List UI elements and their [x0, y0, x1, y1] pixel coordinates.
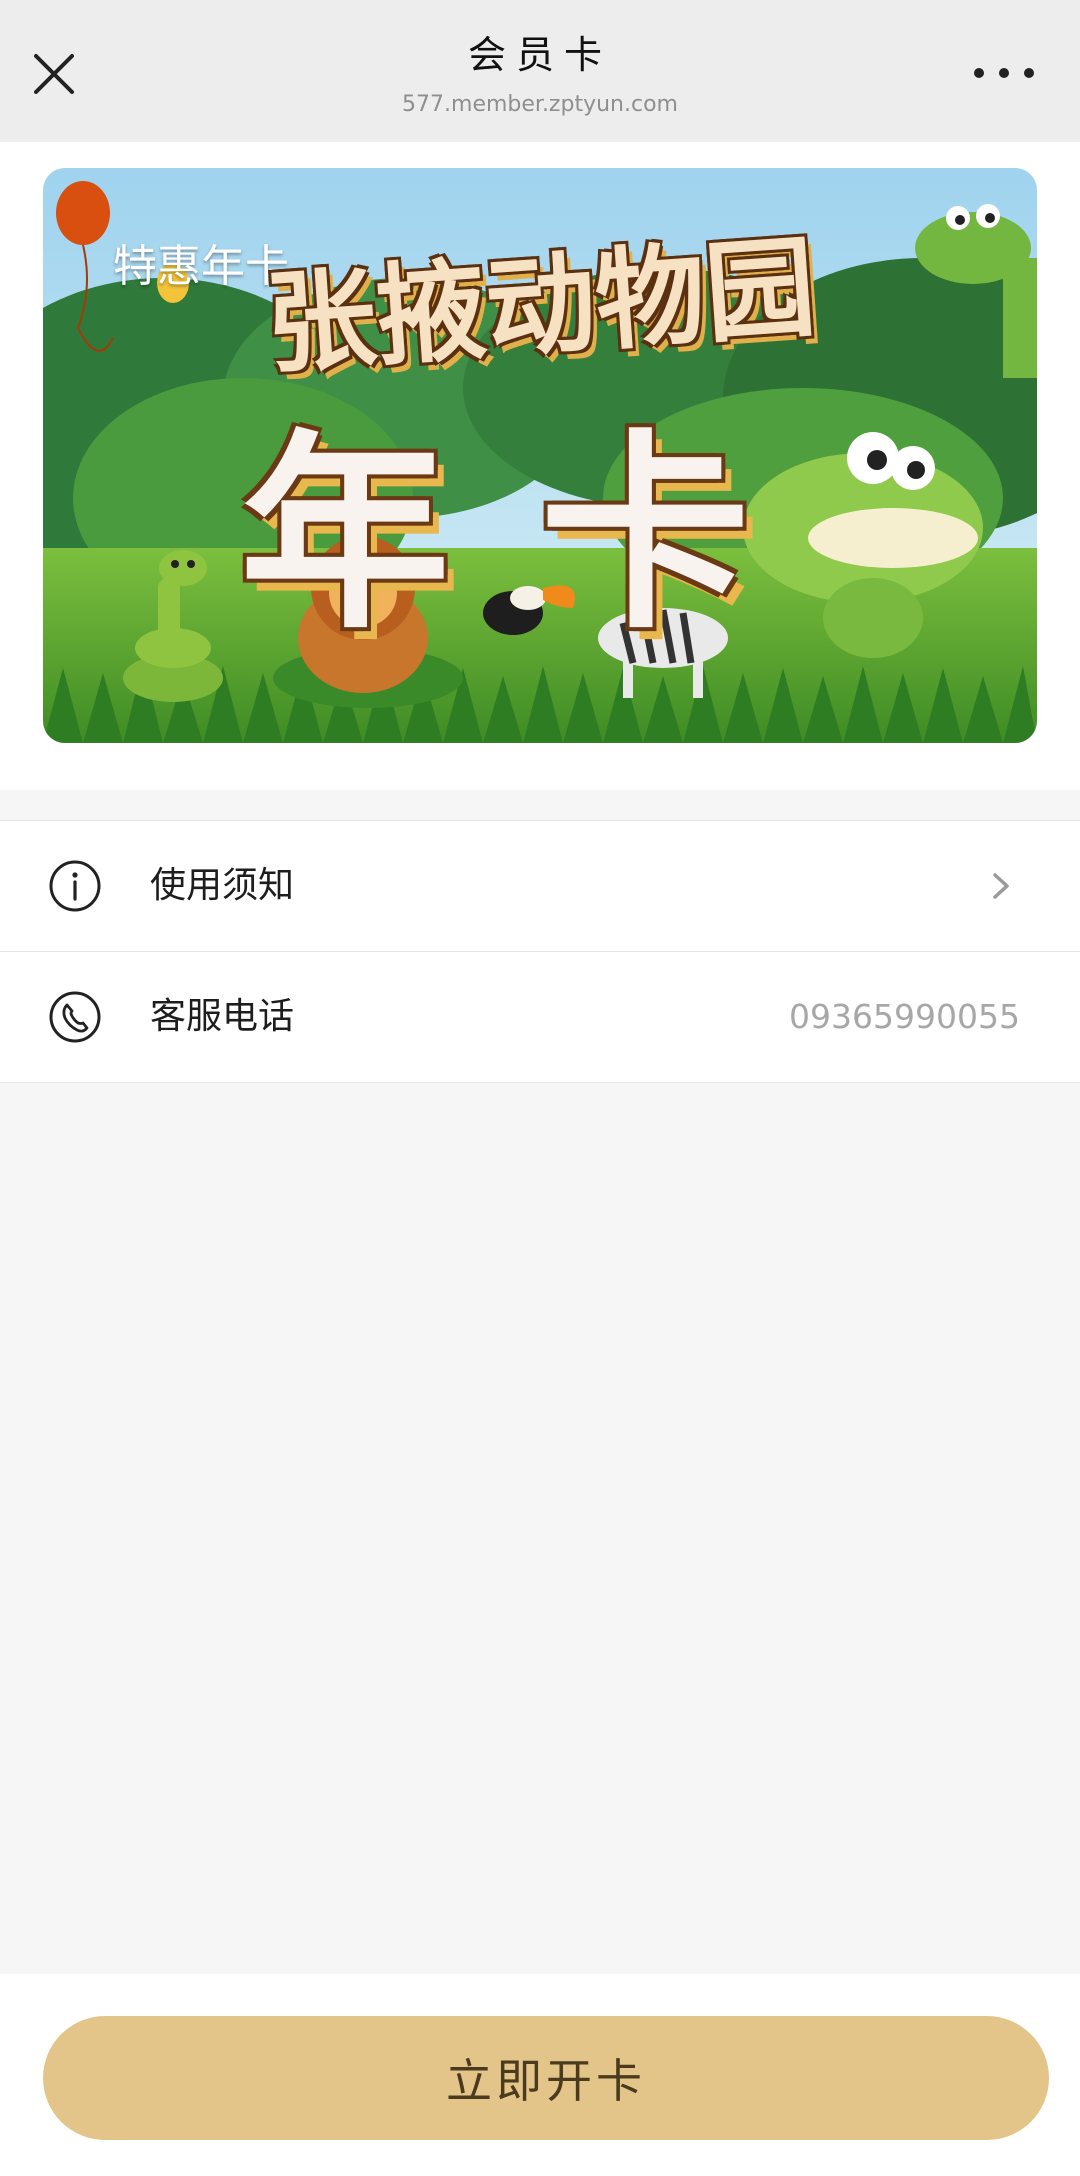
more-button[interactable] — [974, 58, 1034, 88]
chevron-right-icon — [993, 873, 1009, 899]
open-card-button[interactable]: 立即开卡 — [43, 2016, 1049, 2140]
more-dots-icon — [1024, 68, 1034, 78]
phone-icon — [49, 991, 101, 1043]
usage-notice-label: 使用须知 — [150, 865, 295, 906]
customer-service-row[interactable]: 客服电话 09365990055 — [0, 951, 1080, 1082]
more-dots-icon — [999, 68, 1009, 78]
page-title: 会员卡 — [467, 33, 612, 77]
info-icon — [49, 860, 101, 912]
customer-service-phone[interactable]: 09365990055 — [789, 952, 1020, 1082]
top-bar: 会员卡 577.member.zptyun.com — [0, 0, 1080, 142]
more-dots-icon — [974, 68, 984, 78]
card-subtitle: 年卡 — [239, 410, 840, 657]
customer-service-label: 客服电话 — [150, 996, 295, 1037]
page: 会员卡 577.member.zptyun.com 特惠年卡 张掖动物园 年卡 … — [0, 0, 1080, 2176]
page-url: 577.member.zptyun.com — [402, 92, 678, 117]
card-section: 特惠年卡 张掖动物园 年卡 — [0, 142, 1080, 790]
usage-notice-row[interactable]: 使用须知 — [0, 821, 1080, 951]
info-list: 使用须知 客服电话 09365990055 — [0, 820, 1080, 1083]
membership-card-image: 特惠年卡 张掖动物园 年卡 — [43, 168, 1037, 743]
bottom-bar: 立即开卡 — [0, 1974, 1080, 2176]
